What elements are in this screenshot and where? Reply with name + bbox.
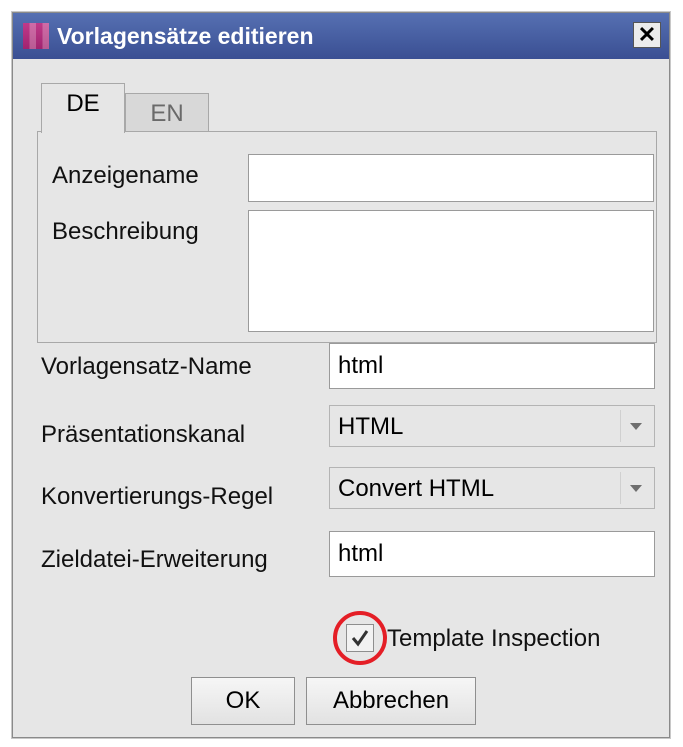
display-name-label: Anzeigename [52, 162, 199, 189]
window-title: Vorlagensätze editieren [57, 23, 314, 49]
chevron-down-icon[interactable] [620, 472, 650, 504]
title-bar[interactable]: Vorlagensätze editieren ✕ [13, 13, 669, 59]
description-textarea[interactable] [248, 210, 654, 332]
conversion-rule-label: Konvertierungs-Regel [41, 483, 274, 510]
close-icon: ✕ [637, 22, 657, 47]
presentation-channel-value: HTML [338, 413, 404, 440]
tab-en[interactable]: EN [125, 93, 209, 133]
app-icon [23, 23, 49, 49]
conversion-rule-select[interactable]: Convert HTML [329, 467, 655, 509]
ok-button[interactable]: OK [191, 677, 295, 725]
presentation-channel-label: Präsentationskanal [41, 421, 246, 448]
chevron-down-icon[interactable] [620, 410, 650, 442]
close-button[interactable]: ✕ [633, 22, 661, 48]
template-set-name-input[interactable] [329, 343, 655, 389]
target-extension-label: Zieldatei-Erweiterung [41, 546, 268, 573]
dialog-window: Vorlagensätze editieren ✕ DE EN Anzeigen… [12, 12, 670, 738]
display-name-input[interactable] [248, 154, 654, 202]
tab-de[interactable]: DE [41, 83, 125, 133]
highlight-ring [333, 611, 387, 665]
tab-panel: Anzeigename Beschreibung [37, 131, 657, 343]
target-extension-input[interactable] [329, 531, 655, 577]
cancel-button[interactable]: Abbrechen [306, 677, 476, 725]
presentation-channel-select[interactable]: HTML [329, 405, 655, 447]
template-set-name-label: Vorlagensatz-Name [41, 353, 252, 380]
template-inspection-label[interactable]: Template Inspection [387, 625, 600, 653]
conversion-rule-value: Convert HTML [338, 475, 495, 502]
description-label: Beschreibung [52, 218, 199, 245]
